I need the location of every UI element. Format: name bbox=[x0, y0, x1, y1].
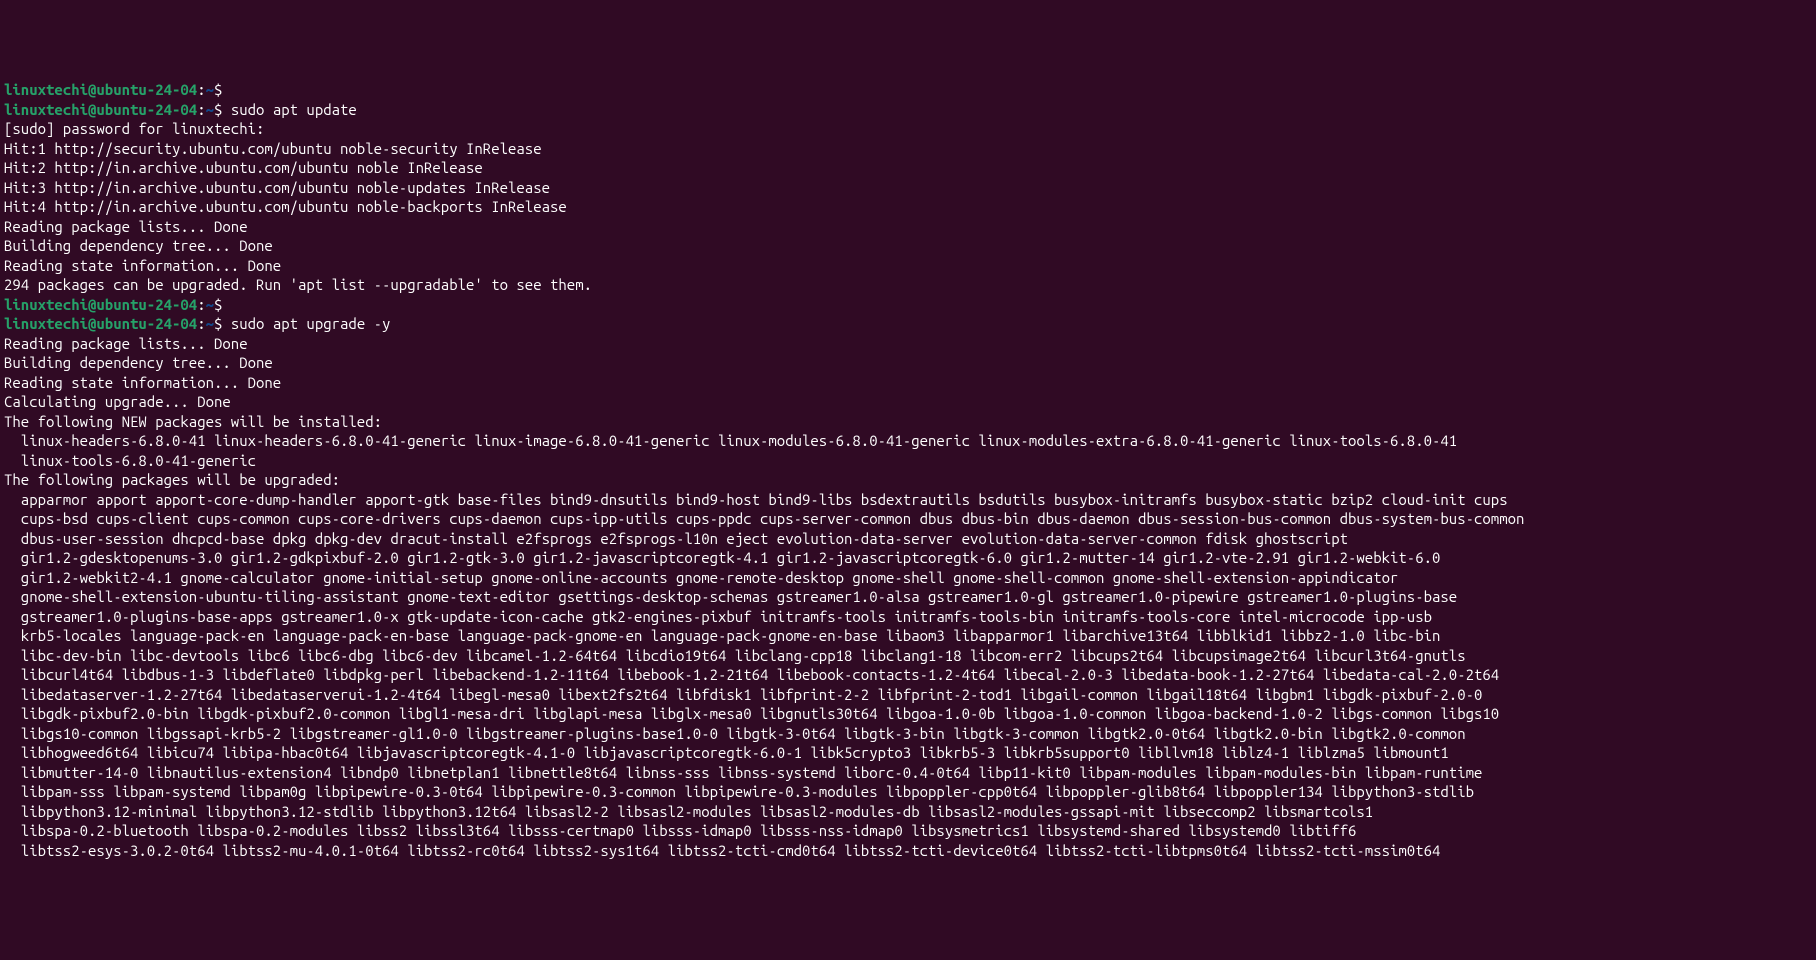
output-indented-line: libhogweed6t64 libicu74 libipa-hbac0t64 … bbox=[4, 743, 1812, 763]
output-indented-line: dbus-user-session dhcpcd-base dpkg dpkg-… bbox=[4, 529, 1812, 549]
output-indented-line: libspa-0.2-bluetooth libspa-0.2-modules … bbox=[4, 821, 1812, 841]
output-indented-line: libc-dev-bin libc-devtools libc6 libc6-d… bbox=[4, 646, 1812, 666]
output-line: The following packages will be upgraded: bbox=[4, 470, 1812, 490]
output-indented-line: libpython3.12-minimal libpython3.12-stdl… bbox=[4, 802, 1812, 822]
output-indented-line: linux-headers-6.8.0-41 linux-headers-6.8… bbox=[4, 431, 1812, 451]
output-indented-line: gir1.2-gdesktopenums-3.0 gir1.2-gdkpixbu… bbox=[4, 548, 1812, 568]
output-indented-line: libedataserver-1.2-27t64 libedataserveru… bbox=[4, 685, 1812, 705]
output-line: Reading state information... Done bbox=[4, 373, 1812, 393]
prompt-user-host: linuxtechi@ubuntu-24-04 bbox=[4, 315, 197, 332]
output-line: Reading package lists... Done bbox=[4, 217, 1812, 237]
output-line: The following NEW packages will be insta… bbox=[4, 412, 1812, 432]
output-line: Hit:3 http://in.archive.ubuntu.com/ubunt… bbox=[4, 178, 1812, 198]
prompt-separator: : bbox=[197, 315, 205, 332]
prompt-symbol: $ bbox=[214, 315, 222, 332]
output-line: Hit:4 http://in.archive.ubuntu.com/ubunt… bbox=[4, 197, 1812, 217]
output-indented-line: apparmor apport apport-core-dump-handler… bbox=[4, 490, 1812, 510]
prompt-symbol: $ bbox=[214, 296, 222, 313]
output-indented-line: libgs10-common libgssapi-krb5-2 libgstre… bbox=[4, 724, 1812, 744]
output-indented-line: libtss2-esys-3.0.2-0t64 libtss2-mu-4.0.1… bbox=[4, 841, 1812, 861]
prompt-path: ~ bbox=[206, 315, 214, 332]
output-line: Calculating upgrade... Done bbox=[4, 392, 1812, 412]
prompt-path: ~ bbox=[206, 101, 214, 118]
output-indented-line: libmutter-14-0 libnautilus-extension4 li… bbox=[4, 763, 1812, 783]
output-indented-line: gstreamer1.0-plugins-base-apps gstreamer… bbox=[4, 607, 1812, 627]
command-text: sudo apt upgrade -y bbox=[231, 315, 391, 332]
prompt-symbol: $ bbox=[214, 81, 222, 98]
output-indented-line: libgdk-pixbuf2.0-bin libgdk-pixbuf2.0-co… bbox=[4, 704, 1812, 724]
output-indented-line: libcurl4t64 libdbus-1-3 libdeflate0 libd… bbox=[4, 665, 1812, 685]
prompt-user-host: linuxtechi@ubuntu-24-04 bbox=[4, 101, 197, 118]
terminal-line: linuxtechi@ubuntu-24-04:~$ bbox=[4, 80, 1812, 100]
prompt-separator: : bbox=[197, 101, 205, 118]
terminal-window[interactable]: linuxtechi@ubuntu-24-04:~$ linuxtechi@ub… bbox=[4, 80, 1812, 860]
terminal-line: linuxtechi@ubuntu-24-04:~$ sudo apt upda… bbox=[4, 100, 1812, 120]
prompt-path: ~ bbox=[206, 296, 214, 313]
output-line: Reading state information... Done bbox=[4, 256, 1812, 276]
terminal-line: linuxtechi@ubuntu-24-04:~$ bbox=[4, 295, 1812, 315]
output-line: Hit:2 http://in.archive.ubuntu.com/ubunt… bbox=[4, 158, 1812, 178]
output-line: [sudo] password for linuxtechi: bbox=[4, 119, 1812, 139]
output-line: Reading package lists... Done bbox=[4, 334, 1812, 354]
prompt-user-host: linuxtechi@ubuntu-24-04 bbox=[4, 296, 197, 313]
output-line: 294 packages can be upgraded. Run 'apt l… bbox=[4, 275, 1812, 295]
prompt-separator: : bbox=[197, 81, 205, 98]
prompt-separator: : bbox=[197, 296, 205, 313]
output-indented-line: krb5-locales language-pack-en language-p… bbox=[4, 626, 1812, 646]
terminal-line: linuxtechi@ubuntu-24-04:~$ sudo apt upgr… bbox=[4, 314, 1812, 334]
output-line: Building dependency tree... Done bbox=[4, 236, 1812, 256]
output-line: Building dependency tree... Done bbox=[4, 353, 1812, 373]
prompt-symbol: $ bbox=[214, 101, 222, 118]
output-indented-line: gnome-shell-extension-ubuntu-tiling-assi… bbox=[4, 587, 1812, 607]
output-indented-line: libpam-sss libpam-systemd libpam0g libpi… bbox=[4, 782, 1812, 802]
output-indented-line: cups-bsd cups-client cups-common cups-co… bbox=[4, 509, 1812, 529]
prompt-user-host: linuxtechi@ubuntu-24-04 bbox=[4, 81, 197, 98]
output-line: Hit:1 http://security.ubuntu.com/ubuntu … bbox=[4, 139, 1812, 159]
output-indented-line: gir1.2-webkit2-4.1 gnome-calculator gnom… bbox=[4, 568, 1812, 588]
command-text: sudo apt update bbox=[231, 101, 357, 118]
output-indented-line: linux-tools-6.8.0-41-generic bbox=[4, 451, 1812, 471]
prompt-path: ~ bbox=[206, 81, 214, 98]
